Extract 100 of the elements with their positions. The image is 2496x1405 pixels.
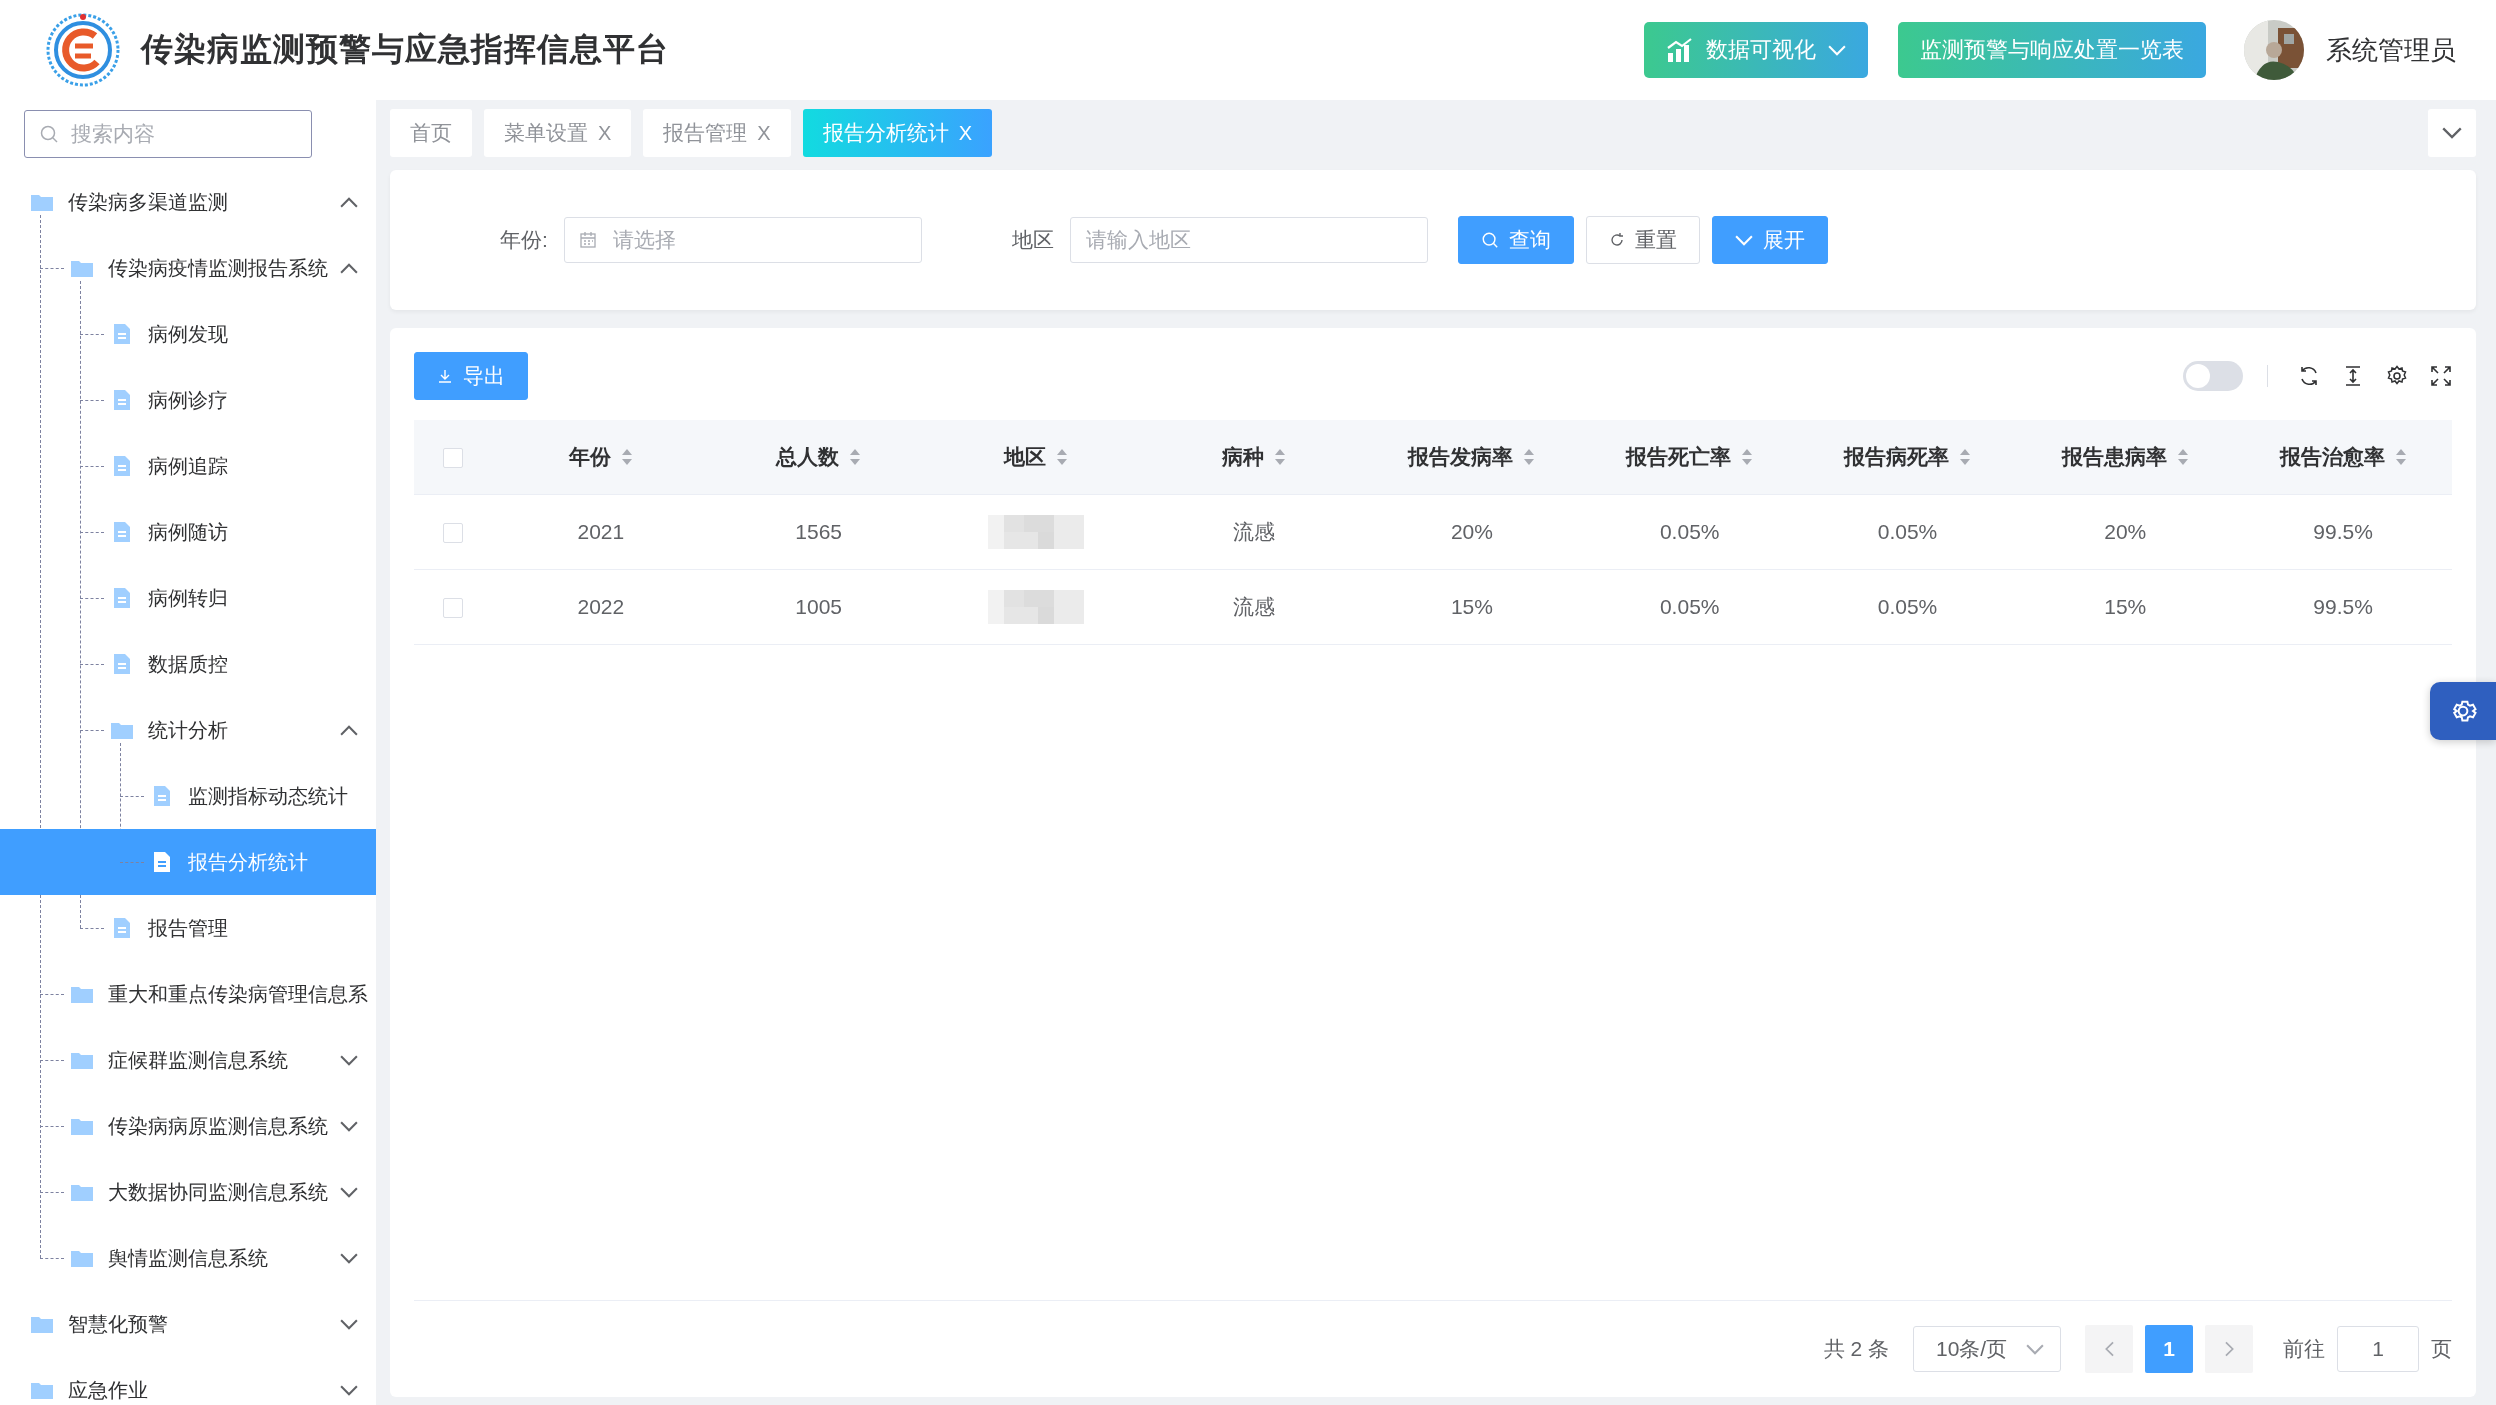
user-name[interactable]: 系统管理员 <box>2326 32 2456 68</box>
folder-icon <box>70 1050 94 1070</box>
table-cell: 99.5% <box>2313 520 2373 543</box>
folder-icon <box>110 720 134 740</box>
column-header[interactable]: 地区 <box>1004 443 1047 471</box>
folder-icon <box>70 984 94 1004</box>
field-label: 地区 <box>1011 227 1054 253</box>
folder-icon <box>30 192 54 212</box>
tree-item[interactable]: 病例转归 <box>0 565 376 631</box>
column-header[interactable]: 报告发病率 <box>1408 443 1514 471</box>
logo-icon <box>45 12 121 88</box>
table-cell: 2022 <box>577 595 625 618</box>
column-header[interactable]: 报告治愈率 <box>2279 443 2385 471</box>
chevron-down-icon <box>1828 44 1846 56</box>
refresh-icon <box>2298 365 2320 387</box>
tree-item[interactable]: 病例发现 <box>0 301 376 367</box>
table-cell: 流感 <box>1233 520 1276 543</box>
page-number-field[interactable]: 1 <box>2337 1326 2419 1372</box>
chevron-down-icon <box>2442 127 2462 139</box>
tree-item[interactable]: 大数据协同监测信息系统 <box>0 1159 376 1225</box>
sort-icon <box>1274 447 1287 467</box>
row-checkbox[interactable] <box>443 598 463 619</box>
tree-item[interactable]: 传染病病原监测信息系统 <box>0 1093 376 1159</box>
table-cell: 99.5% <box>2313 595 2373 618</box>
table-cell: 0.05% <box>1877 595 1938 618</box>
document-icon <box>113 653 131 675</box>
sort-icon <box>1056 447 1069 467</box>
document-icon <box>113 521 131 543</box>
document-icon <box>153 851 171 873</box>
download-icon <box>437 368 453 384</box>
tree-item[interactable]: 报告管理 <box>0 895 376 961</box>
table-cell: 1005 <box>795 595 842 618</box>
calendar-icon <box>578 231 597 249</box>
table-cell: 0.05% <box>1877 520 1938 543</box>
document-icon <box>113 917 131 939</box>
refresh-icon <box>1608 232 1625 248</box>
folder-icon <box>70 1116 94 1136</box>
column-header[interactable]: 病种 <box>1222 443 1265 471</box>
bar-chart-icon <box>1666 37 1694 63</box>
column-header[interactable]: 报告患病率 <box>2061 443 2167 471</box>
table-cell: 20% <box>2104 520 2147 543</box>
table-cell: 20% <box>1450 520 1493 543</box>
settings-button[interactable] <box>2386 365 2408 387</box>
refresh-button[interactable] <box>2298 365 2320 387</box>
tree-item[interactable]: 数据质控 <box>0 631 376 697</box>
tab-menu-button[interactable] <box>2428 109 2476 157</box>
document-icon <box>153 785 171 807</box>
document-icon <box>113 587 131 609</box>
tree-item[interactable]: 智慧化预警 <box>0 1291 376 1357</box>
folder-icon <box>30 1380 54 1400</box>
tree-item[interactable]: 舆情监测信息系统 <box>0 1225 376 1291</box>
tree-item[interactable]: 传染病疫情监测报告系统 <box>0 235 376 301</box>
tree-item[interactable]: 传染病多渠道监测 <box>0 169 376 235</box>
table-cell: 0.05% <box>1659 520 1720 543</box>
toggle-switch[interactable] <box>2183 361 2243 391</box>
column-header[interactable]: 报告死亡率 <box>1626 443 1732 471</box>
field-label: 年份: <box>500 227 548 253</box>
folder-icon <box>70 258 94 278</box>
row-checkbox[interactable] <box>443 523 463 544</box>
settings-button[interactable] <box>2430 682 2496 740</box>
goto-label: 前往 <box>2283 1336 2325 1362</box>
column-header[interactable]: 总人数 <box>776 443 840 471</box>
input-field[interactable]: 请输入地区 <box>1069 217 1428 263</box>
select-all-checkbox[interactable] <box>443 448 463 469</box>
tree-item[interactable]: 应急作业 <box>0 1357 376 1405</box>
tree-item[interactable]: 监测指标动态统计 <box>0 763 376 829</box>
total-count: 共 2 条 <box>1823 1336 1889 1362</box>
table-cell: 15% <box>2104 595 2147 618</box>
sort-icon <box>849 447 862 467</box>
folder-icon <box>30 1314 54 1334</box>
settings-icon <box>2386 365 2408 387</box>
fullscreen-button[interactable] <box>2430 365 2452 387</box>
date-picker[interactable]: 请选择 <box>563 217 922 263</box>
chevron-left-icon <box>2104 1341 2114 1357</box>
column-header[interactable]: 年份 <box>568 443 611 471</box>
page-suffix: 页 <box>2431 1336 2452 1362</box>
tree-item[interactable]: 病例随访 <box>0 499 376 565</box>
tree-item[interactable]: 症候群监测信息系统 <box>0 1027 376 1093</box>
column-header[interactable]: 报告病死率 <box>1843 443 1949 471</box>
page-size-dropdown[interactable]: 10条/页 <box>1913 1326 2061 1372</box>
folder-icon <box>70 1182 94 1202</box>
document-icon <box>113 323 131 345</box>
tree-item[interactable]: 病例追踪 <box>0 433 376 499</box>
table-cell: 0.05% <box>1659 595 1720 618</box>
search-field[interactable]: 搜索内容 <box>24 110 312 158</box>
sort-icon <box>620 447 633 467</box>
sort-icon <box>2176 447 2189 467</box>
folder-icon <box>70 1248 94 1268</box>
tree-item[interactable]: 病例诊疗 <box>0 367 376 433</box>
app-title: 传染病监测预警与应急指挥信息平台 <box>141 30 669 69</box>
document-icon <box>113 455 131 477</box>
tree-item[interactable]: 重大和重点传染病管理信息系 <box>0 961 376 1027</box>
tree-item[interactable]: 统计分析 <box>0 697 376 763</box>
document-icon <box>113 389 131 411</box>
table-cell: 15% <box>1450 595 1493 618</box>
table-cell: 2021 <box>577 520 625 543</box>
table-cell: 1565 <box>795 520 842 543</box>
reset-button[interactable]: 重置 <box>1585 216 1700 264</box>
fullscreen-icon <box>2430 365 2452 387</box>
search-icon <box>39 124 59 144</box>
